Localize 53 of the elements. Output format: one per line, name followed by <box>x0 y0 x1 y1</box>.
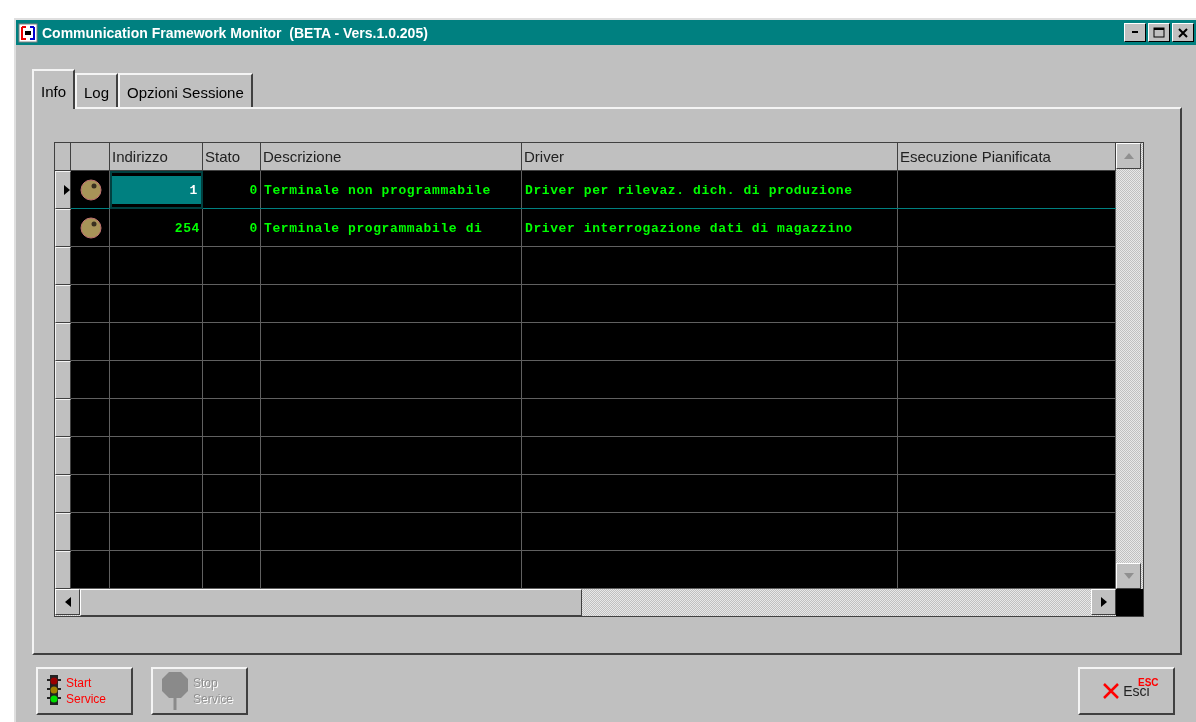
right-arrow-icon <box>1100 597 1107 607</box>
minimize-icon <box>1131 31 1139 34</box>
table-cell-text: Driver per rilevaz. dich. di produzione <box>524 181 854 200</box>
row-header[interactable] <box>55 437 71 475</box>
row-header[interactable] <box>55 361 71 399</box>
tab[interactable]: Log <box>75 73 119 107</box>
vertical-scrollbar[interactable] <box>1116 143 1143 589</box>
close-icon <box>1178 27 1188 38</box>
column-header[interactable]: Driver <box>522 143 898 171</box>
table-cell-text: 0 <box>248 219 259 238</box>
table-cell-text: Terminale non programmabile <box>263 181 492 200</box>
column-header[interactable]: Descrizione <box>261 143 522 171</box>
table-cell-text: 254 <box>173 219 201 238</box>
left-arrow-icon <box>64 597 71 607</box>
scroll-left-button[interactable] <box>55 589 80 615</box>
minimize-button[interactable] <box>1124 23 1146 42</box>
round-knob-icon <box>79 179 102 201</box>
row-header[interactable] <box>55 247 71 285</box>
horizontal-scrollbar[interactable] <box>55 589 1116 616</box>
row-header[interactable] <box>55 323 71 361</box>
app-icon <box>18 22 38 43</box>
window-title: Communication Framework Monitor (BETA - Vers.1.0.205) <box>42 24 428 41</box>
row-header[interactable] <box>55 285 71 323</box>
column-header[interactable]: Indirizzo <box>110 143 203 171</box>
row-header[interactable] <box>55 399 71 437</box>
row-header[interactable] <box>55 171 71 209</box>
maximize-icon <box>1153 27 1165 38</box>
table-cell-text: 0 <box>248 181 259 200</box>
row-header[interactable] <box>55 475 71 513</box>
row-header[interactable] <box>55 551 71 589</box>
stop-sign-icon <box>161 671 189 711</box>
traffic-light-icon <box>46 674 62 708</box>
tab[interactable]: Opzioni Sessione <box>118 73 253 107</box>
scroll-right-button[interactable] <box>1091 589 1116 615</box>
scroll-down-button[interactable] <box>1116 563 1141 589</box>
column-header[interactable]: Stato <box>203 143 261 171</box>
up-arrow-icon <box>1123 153 1134 159</box>
row-header[interactable] <box>55 209 71 247</box>
scroll-thumb[interactable] <box>80 589 582 616</box>
current-row-icon <box>64 185 70 195</box>
tab[interactable]: Info <box>32 69 76 109</box>
down-arrow-icon <box>1123 573 1134 579</box>
round-knob-icon <box>79 217 102 239</box>
close-button[interactable] <box>1172 23 1194 42</box>
table-cell-text: Driver interrogazione dati di magazzino <box>524 219 854 238</box>
table-cell: 1 <box>110 171 203 209</box>
exit-button[interactable]: ESC Esci <box>1078 667 1175 715</box>
maximize-button[interactable] <box>1148 23 1170 42</box>
close-icon <box>1103 683 1120 699</box>
table-cell-text: Terminale programmabile di <box>263 219 484 238</box>
column-header[interactable]: Esecuzione Pianificata <box>898 143 1116 171</box>
row-header[interactable] <box>55 513 71 551</box>
scroll-up-button[interactable] <box>1116 143 1141 169</box>
